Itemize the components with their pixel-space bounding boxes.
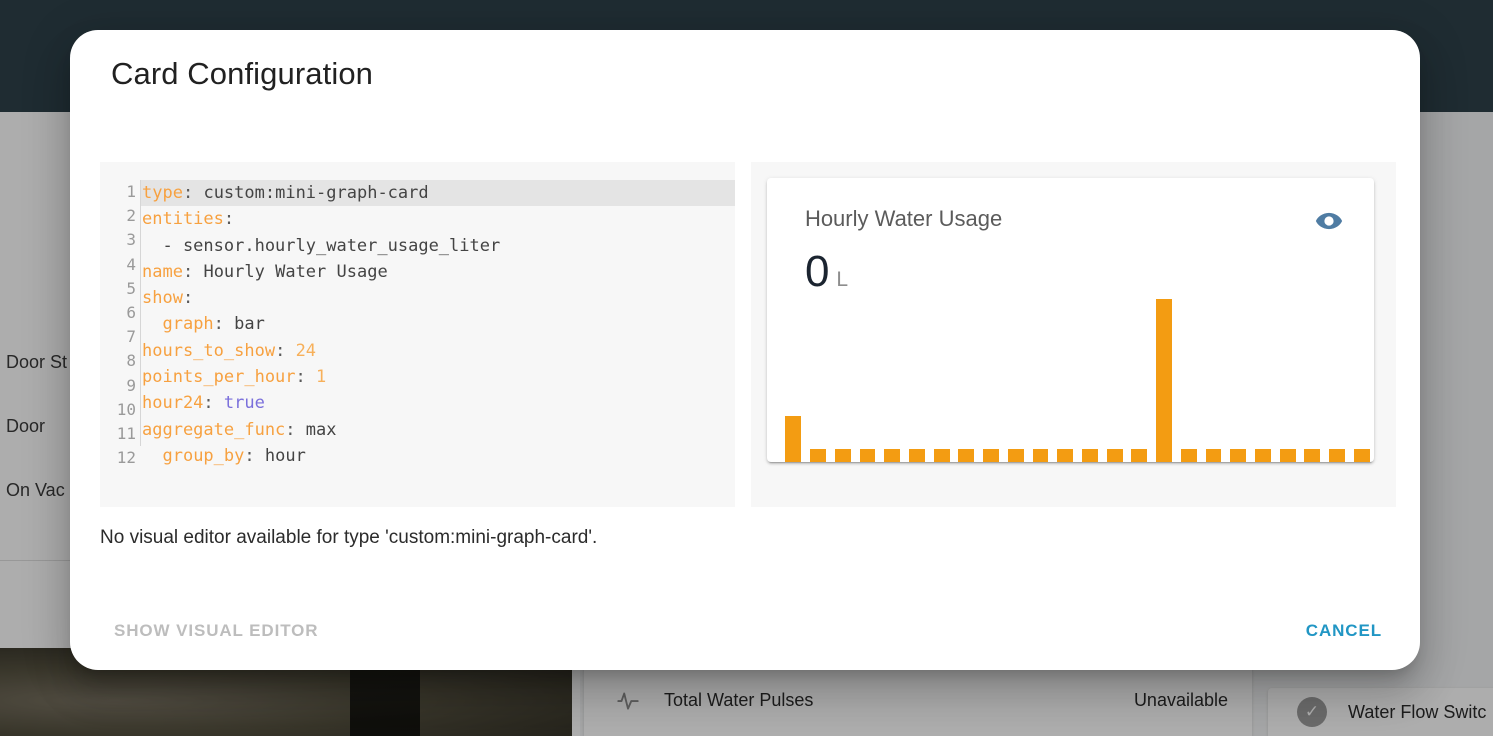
- bar-slot[interactable]: [1127, 292, 1152, 462]
- editor-code-area[interactable]: type: custom:mini-graph-card entities: - …: [141, 180, 735, 469]
- bar[interactable]: [908, 449, 925, 462]
- bar-chart[interactable]: [781, 292, 1374, 462]
- editor-line-number: 10: [116, 399, 136, 419]
- bar-slot[interactable]: [880, 292, 905, 462]
- editor-code-line: group_by: hour: [162, 445, 306, 466]
- editor-line-number: 2: [126, 206, 136, 226]
- page-title: Card Configuration: [111, 56, 374, 91]
- preview-card-header: Hourly Water Usage: [767, 178, 1374, 236]
- card-preview-pane: Hourly Water Usage 0 L: [750, 162, 1396, 507]
- dialog-action-bar: SHOW VISUAL EDITOR CANCEL: [70, 592, 1420, 670]
- mini-graph-card-preview[interactable]: Hourly Water Usage 0 L: [766, 178, 1374, 462]
- bar-slot[interactable]: [979, 292, 1004, 462]
- editor-line-number: 9: [126, 375, 136, 395]
- bar-slot[interactable]: [1349, 292, 1374, 462]
- bar-slot[interactable]: [1152, 292, 1177, 462]
- bar-slot[interactable]: [1102, 292, 1127, 462]
- preview-card-state: 0 L: [767, 236, 1374, 294]
- bar[interactable]: [1180, 449, 1197, 462]
- editor-code-line: - sensor.hourly_water_usage_liter: [142, 235, 501, 256]
- bar[interactable]: [1329, 449, 1346, 462]
- editor-code-line: type: custom:mini-graph-card: [141, 180, 735, 207]
- show-visual-editor-button[interactable]: SHOW VISUAL EDITOR: [104, 613, 328, 649]
- dialog-content: 1 2 3 4 5 6 7 8 9 10 11 12 type: custom:mini-graph-…: [100, 162, 1396, 507]
- editor-code-line: points_per_hour: 1: [142, 367, 327, 388]
- eye-icon[interactable]: [1314, 206, 1344, 236]
- bar-slot[interactable]: [855, 292, 880, 462]
- editor-code-line: aggregate_func: max: [142, 419, 337, 440]
- editor-line-number: 1: [126, 182, 136, 201]
- editor-line-number: 5: [126, 278, 136, 298]
- editor-code-line: show:: [142, 288, 194, 309]
- bar-slot[interactable]: [830, 292, 855, 462]
- bar[interactable]: [859, 449, 876, 462]
- bar[interactable]: [983, 449, 999, 462]
- card-configuration-dialog: Card Configuration 1 2 3 4 5 6 7 8 9 10 11 12 type:…: [70, 30, 1420, 670]
- editor-line-number: 6: [126, 303, 136, 323]
- bar-slot[interactable]: [929, 292, 954, 462]
- bar-slot[interactable]: [1325, 292, 1350, 462]
- bar-slot[interactable]: [1251, 292, 1276, 462]
- bar[interactable]: [958, 449, 975, 462]
- bar[interactable]: [1205, 449, 1222, 462]
- cancel-button[interactable]: CANCEL: [1296, 613, 1392, 649]
- bar-slot[interactable]: [1300, 292, 1325, 462]
- state-value: 0: [804, 247, 830, 296]
- bar[interactable]: [1082, 449, 1098, 462]
- editor-code-line: graph: bar: [162, 314, 265, 335]
- bar[interactable]: [1032, 449, 1049, 462]
- editor-line-number: 7: [126, 327, 136, 347]
- no-visual-editor-message: No visual editor available for type 'cus…: [100, 527, 598, 548]
- bar[interactable]: [834, 449, 851, 462]
- bar-slot[interactable]: [1028, 292, 1053, 462]
- editor-line-numbers: 1 2 3 4 5 6 7 8 9 10 11 12: [100, 180, 136, 470]
- bar-slot[interactable]: [905, 292, 930, 462]
- bar[interactable]: [884, 449, 901, 462]
- bar-slot[interactable]: [1226, 292, 1251, 462]
- editor-line-number: 11: [116, 424, 136, 444]
- preview-card-title: Hourly Water Usage: [804, 206, 1003, 231]
- editor-code-line: name: Hourly Water Usage: [142, 261, 388, 282]
- yaml-code-editor[interactable]: 1 2 3 4 5 6 7 8 9 10 11 12 type: custom:mini-graph-…: [100, 162, 735, 507]
- bar[interactable]: [810, 449, 826, 462]
- editor-code-line: hours_to_show: 24: [142, 340, 317, 361]
- bar-slot[interactable]: [806, 292, 831, 462]
- editor-line-number: 3: [126, 230, 136, 250]
- bar[interactable]: [1106, 449, 1123, 462]
- editor-line-number: 4: [126, 254, 136, 274]
- bar-slot[interactable]: [954, 292, 979, 462]
- bar-slot[interactable]: [1275, 292, 1300, 462]
- bar-slot[interactable]: [1003, 292, 1028, 462]
- editor-line-number: 12: [116, 448, 136, 468]
- bar-slot[interactable]: [781, 292, 806, 462]
- bar[interactable]: [1230, 449, 1247, 462]
- state-unit: L: [836, 268, 849, 291]
- bar[interactable]: [1057, 449, 1074, 462]
- bar-slot[interactable]: [1053, 292, 1078, 462]
- editor-line-number: 8: [126, 351, 136, 371]
- editor-code-line: entities:: [142, 209, 235, 230]
- bar-slot[interactable]: [1201, 292, 1226, 462]
- bar[interactable]: [1304, 449, 1321, 462]
- bar-slot[interactable]: [1078, 292, 1103, 462]
- bar[interactable]: [1156, 298, 1172, 462]
- bar[interactable]: [1255, 449, 1271, 462]
- bar[interactable]: [1353, 449, 1370, 462]
- bar[interactable]: [1131, 449, 1148, 462]
- editor-code-line: hour24: true: [142, 393, 265, 414]
- bar[interactable]: [1279, 449, 1296, 462]
- bar[interactable]: [1007, 449, 1024, 462]
- bar[interactable]: [785, 416, 802, 462]
- bar[interactable]: [933, 449, 950, 462]
- bar-slot[interactable]: [1176, 292, 1201, 462]
